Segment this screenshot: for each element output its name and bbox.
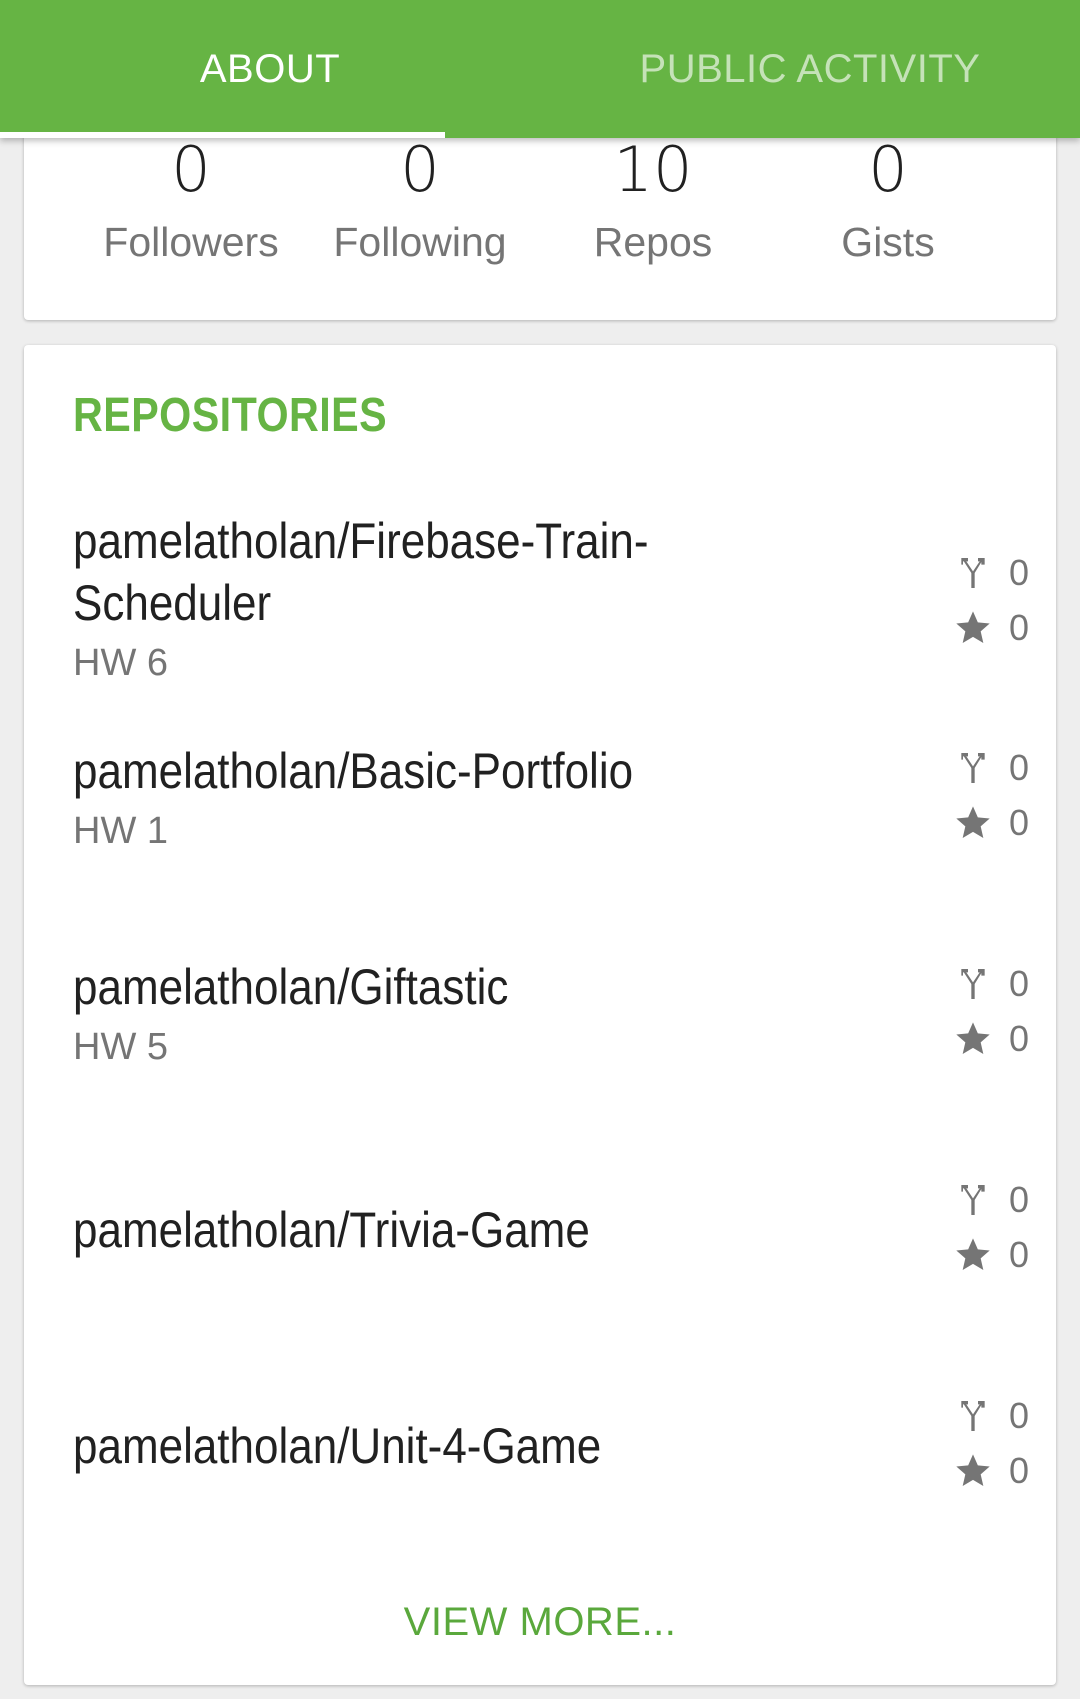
star-count-value: 0 bbox=[1009, 1233, 1030, 1275]
repositories-title: REPOSITORIES bbox=[73, 389, 388, 442]
fork-count-value: 0 bbox=[1009, 1394, 1030, 1436]
repo-description: HW 1 bbox=[73, 810, 168, 852]
repo-name: pamelatholan/Basic-Portfolio bbox=[73, 743, 634, 799]
repo-name: pamelatholan/Trivia-Game bbox=[73, 1202, 590, 1258]
stat-label: Gists bbox=[841, 219, 935, 265]
repo-counts: 0 0 bbox=[953, 1388, 1033, 1498]
repo-counts: 0 0 bbox=[953, 740, 1033, 850]
fork-count: 0 bbox=[953, 740, 1033, 795]
repo-counts: 0 0 bbox=[953, 1172, 1033, 1282]
repo-description: HW 6 bbox=[73, 642, 168, 684]
star-count: 0 bbox=[953, 1443, 1033, 1498]
fork-count: 0 bbox=[953, 1172, 1033, 1227]
stat-label: Followers bbox=[103, 219, 279, 265]
repo-name: pamelatholan/Firebase-Train-Scheduler bbox=[73, 513, 649, 631]
repo-description: HW 5 bbox=[73, 1026, 168, 1068]
stat-following[interactable]: 0 Following bbox=[305, 130, 535, 272]
star-count: 0 bbox=[953, 1227, 1033, 1282]
star-icon bbox=[956, 1453, 990, 1486]
repo-counts: 0 0 bbox=[953, 545, 1033, 655]
view-more-button[interactable]: VIEW MORE... bbox=[24, 1600, 1056, 1645]
repositories-card: REPOSITORIES pamelatholan/Firebase-Train… bbox=[24, 345, 1056, 1685]
tab-bar: ABOUT PUBLIC ACTIVITY bbox=[0, 0, 1080, 138]
stat-followers[interactable]: 0 Followers bbox=[76, 130, 306, 272]
stat-label: Repos bbox=[593, 219, 713, 265]
star-icon bbox=[956, 1237, 990, 1270]
star-count-value: 0 bbox=[1009, 1449, 1030, 1491]
star-icon bbox=[956, 610, 990, 643]
fork-count-value: 0 bbox=[1009, 746, 1030, 788]
repo-item[interactable]: pamelatholan/Trivia-Game 0 0 bbox=[73, 1172, 1033, 1302]
stat-gists[interactable]: 0 Gists bbox=[773, 130, 1003, 272]
fork-count-value: 0 bbox=[1009, 962, 1030, 1004]
star-count: 0 bbox=[953, 795, 1033, 850]
stat-value: 0 bbox=[868, 133, 908, 206]
stat-label: Following bbox=[333, 219, 507, 265]
tab-selected-indicator bbox=[0, 132, 445, 138]
repo-counts: 0 0 bbox=[953, 956, 1033, 1066]
repo-name: pamelatholan/Giftastic bbox=[73, 959, 509, 1015]
fork-icon bbox=[961, 752, 985, 783]
repo-item[interactable]: pamelatholan/Basic-Portfolio HW 1 0 0 bbox=[73, 740, 1033, 870]
star-count-value: 0 bbox=[1009, 606, 1030, 648]
tab-about[interactable]: ABOUT bbox=[0, 0, 540, 138]
stat-value: 0 bbox=[171, 133, 211, 206]
repo-item[interactable]: pamelatholan/Firebase-Train-Scheduler HW… bbox=[73, 510, 1033, 700]
stat-repos[interactable]: 10 Repos bbox=[538, 130, 768, 272]
star-icon bbox=[956, 1021, 990, 1054]
fork-count: 0 bbox=[953, 956, 1033, 1011]
star-count: 0 bbox=[953, 600, 1033, 655]
star-count-value: 0 bbox=[1009, 801, 1030, 843]
fork-count: 0 bbox=[953, 1388, 1033, 1443]
repo-name: pamelatholan/Unit-4-Game bbox=[73, 1418, 602, 1474]
tab-public-activity[interactable]: PUBLIC ACTIVITY bbox=[540, 0, 1080, 138]
stat-value: 10 bbox=[613, 133, 693, 206]
fork-icon bbox=[961, 968, 985, 999]
star-icon bbox=[956, 805, 990, 838]
fork-icon bbox=[961, 557, 985, 588]
repo-item[interactable]: pamelatholan/Giftastic HW 5 0 0 bbox=[73, 956, 1033, 1086]
fork-count: 0 bbox=[953, 545, 1033, 600]
repo-item[interactable]: pamelatholan/Unit-4-Game 0 0 bbox=[73, 1388, 1033, 1518]
star-count-value: 0 bbox=[1009, 1017, 1030, 1059]
fork-count-value: 0 bbox=[1009, 551, 1030, 593]
stat-value: 0 bbox=[400, 133, 440, 206]
fork-icon bbox=[961, 1184, 985, 1215]
star-count: 0 bbox=[953, 1011, 1033, 1066]
fork-icon bbox=[961, 1400, 985, 1431]
fork-count-value: 0 bbox=[1009, 1178, 1030, 1220]
